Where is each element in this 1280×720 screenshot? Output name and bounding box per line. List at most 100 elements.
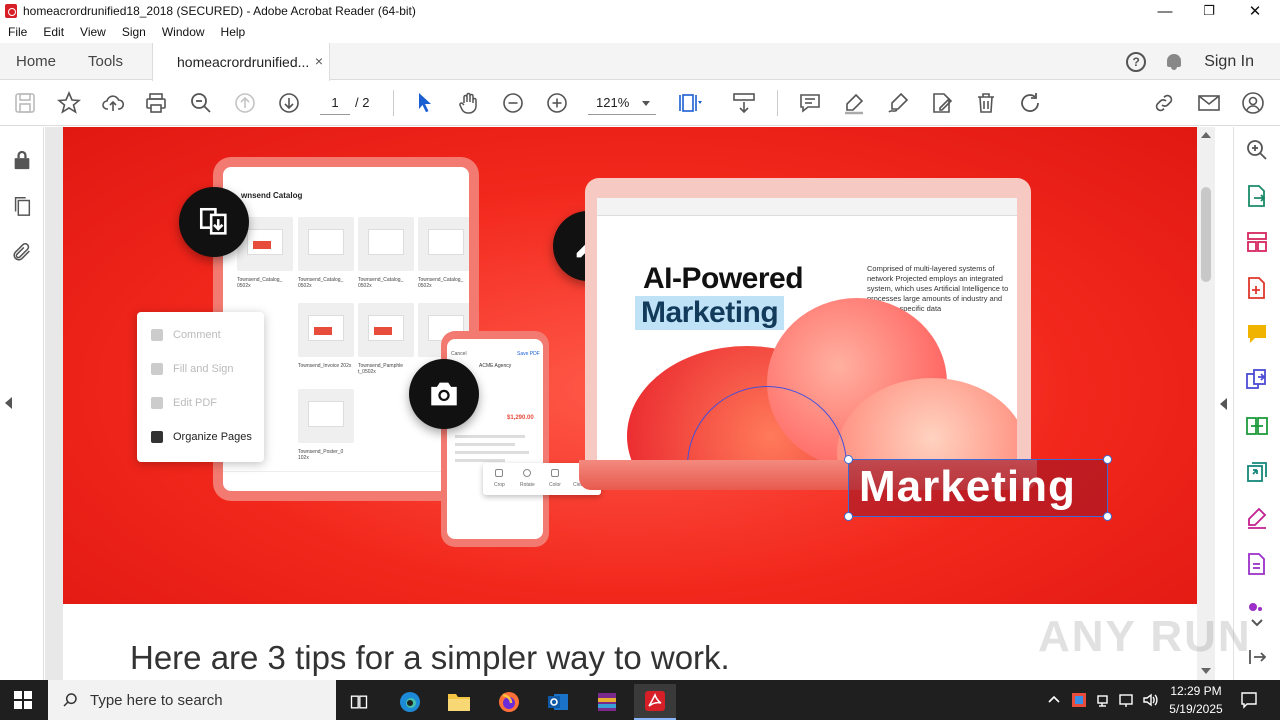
menu-view[interactable]: View — [72, 25, 114, 39]
minimize-button[interactable]: — — [1142, 0, 1188, 22]
thumbnail — [358, 217, 414, 271]
thumbnail — [358, 303, 414, 357]
document-tab-label: homeacrordrunified... — [177, 54, 310, 70]
zoom-search-icon[interactable] — [189, 91, 213, 115]
menu-bar: File Edit View Sign Window Help — [0, 22, 1280, 42]
ctx-fill-sign: Fill and Sign — [151, 363, 234, 375]
scroll-down-arrow-icon[interactable] — [1201, 668, 1211, 674]
upload-cloud-icon[interactable] — [101, 91, 125, 115]
page-number-input[interactable]: 1 — [320, 93, 350, 115]
send-for-review-tool-icon[interactable] — [1245, 460, 1269, 484]
network-tray-icon[interactable] — [1096, 692, 1112, 708]
notification-center-icon[interactable] — [1240, 691, 1258, 709]
resize-handle — [844, 512, 853, 521]
combine-files-tool-icon[interactable] — [1245, 368, 1269, 392]
email-envelope-icon[interactable] — [1197, 91, 1221, 115]
compare-files-tool-icon[interactable] — [1245, 414, 1269, 438]
organize-pages-tool-icon[interactable] — [1245, 230, 1269, 254]
hand-pan-icon[interactable] — [457, 91, 481, 115]
task-view-icon[interactable] — [338, 684, 380, 720]
selected-text: Marketing — [859, 462, 1076, 511]
winrar-icon[interactable] — [586, 684, 628, 720]
monitor-tray-icon[interactable] — [1119, 692, 1135, 708]
export-pdf-tool-icon[interactable] — [1245, 184, 1269, 208]
zoom-in-icon[interactable] — [545, 91, 569, 115]
comment-icon[interactable] — [798, 91, 822, 115]
tab-document[interactable]: homeacrordrunified... × — [152, 43, 330, 81]
expand-left-pane-icon[interactable] — [5, 397, 12, 409]
windows-taskbar: Type here to search 12:29 PM 5/19/2025 — [0, 680, 1280, 720]
thumbnail — [298, 303, 354, 357]
help-icon[interactable]: ? — [1126, 51, 1147, 72]
chevron-up-icon[interactable] — [1046, 692, 1062, 708]
menu-window[interactable]: Window — [154, 25, 213, 39]
taskbar-search-box[interactable]: Type here to search — [48, 680, 336, 720]
rotate-icon[interactable] — [1018, 91, 1042, 115]
firefox-icon[interactable] — [488, 684, 530, 720]
menu-sign[interactable]: Sign — [114, 25, 154, 39]
close-window-button[interactable]: ✕ — [1232, 0, 1278, 22]
bookmark-star-icon[interactable] — [56, 90, 82, 115]
windows-start-icon[interactable] — [14, 691, 32, 709]
document-viewer[interactable]: wnsend Catalog Townsend_Catalog_ 0502x T… — [45, 127, 1197, 680]
share-link-icon[interactable] — [1152, 91, 1176, 115]
tips-heading: Here are 3 tips for a simpler way to wor… — [130, 639, 730, 676]
protect-document-tool-icon[interactable] — [1245, 552, 1269, 576]
scroll-up-arrow-icon[interactable] — [1201, 132, 1211, 138]
notification-bell-icon[interactable] — [1166, 53, 1182, 71]
fit-page-icon[interactable] — [678, 91, 702, 115]
phone-save-pdf: Save PDF — [517, 351, 540, 357]
previous-page-icon[interactable] — [233, 91, 257, 115]
toolbar-divider — [393, 90, 394, 116]
thumbnail-caption: Townsend_Invoice 202x — [298, 363, 352, 369]
delete-trash-icon[interactable] — [974, 91, 998, 115]
menu-file[interactable]: File — [0, 25, 35, 39]
scrollbar-thumb[interactable] — [1201, 187, 1211, 282]
print-icon[interactable] — [144, 91, 168, 115]
save-icon[interactable] — [13, 91, 37, 115]
zoom-out-icon[interactable] — [501, 91, 525, 115]
ctx-organize-pages: Organize Pages — [151, 431, 252, 443]
close-tab-icon[interactable]: × — [315, 53, 323, 69]
edit-document-icon[interactable] — [930, 91, 954, 115]
hero-banner-image: wnsend Catalog Townsend_Catalog_ 0502x T… — [63, 127, 1197, 604]
zoom-level-select[interactable]: 121% — [588, 93, 656, 115]
clock-time[interactable]: 12:29 PM — [1166, 684, 1226, 698]
outlook-icon[interactable] — [537, 684, 579, 720]
lock-icon[interactable] — [11, 149, 33, 171]
edge-browser-icon[interactable] — [389, 684, 431, 720]
create-pdf-tool-icon[interactable] — [1245, 276, 1269, 300]
add-person-icon[interactable] — [1241, 91, 1265, 115]
search-zoom-tool-icon[interactable] — [1245, 138, 1269, 162]
tablet-bottom-nav — [223, 471, 469, 491]
draw-freeform-icon[interactable] — [886, 91, 910, 115]
comment-tool-icon[interactable] — [1245, 322, 1269, 346]
maximize-button[interactable]: ❐ — [1186, 0, 1232, 22]
attachment-paperclip-icon[interactable] — [11, 241, 33, 263]
phone-amount: $1,290.00 — [507, 415, 534, 421]
file-explorer-icon[interactable] — [438, 684, 480, 720]
more-tools-icon[interactable] — [1245, 593, 1269, 611]
catalog-title: wnsend Catalog — [241, 191, 303, 200]
select-arrow-icon[interactable] — [413, 91, 437, 115]
menu-help[interactable]: Help — [213, 25, 254, 39]
thumbnail-caption: Townsend_Poster_0 102x — [298, 449, 344, 461]
thumbnail-caption: Townsend_Catalog_ 0502x — [418, 277, 464, 289]
tab-tools[interactable]: Tools — [88, 43, 123, 80]
sign-in-button[interactable]: Sign In — [1204, 53, 1254, 71]
menu-edit[interactable]: Edit — [35, 25, 72, 39]
tab-home[interactable]: Home — [16, 43, 56, 80]
pane-divider — [1233, 127, 1234, 680]
clock-date[interactable]: 5/19/2025 — [1166, 702, 1226, 716]
page-thumbnails-icon[interactable] — [11, 195, 33, 217]
fill-sign-tool-icon[interactable] — [1245, 506, 1269, 530]
volume-speaker-icon[interactable] — [1142, 692, 1158, 708]
document-scrollbar[interactable] — [1197, 127, 1215, 680]
scroll-mode-icon[interactable] — [732, 91, 756, 115]
collapse-right-pane-icon[interactable] — [1220, 398, 1227, 410]
app-tray-icon[interactable] — [1071, 692, 1087, 708]
thumbnail-caption: Townsend_Pamphle t_0502x — [358, 363, 404, 375]
highlight-pen-icon[interactable] — [842, 91, 866, 115]
acrobat-reader-taskbar-icon[interactable] — [634, 684, 676, 720]
next-page-icon[interactable] — [277, 91, 301, 115]
